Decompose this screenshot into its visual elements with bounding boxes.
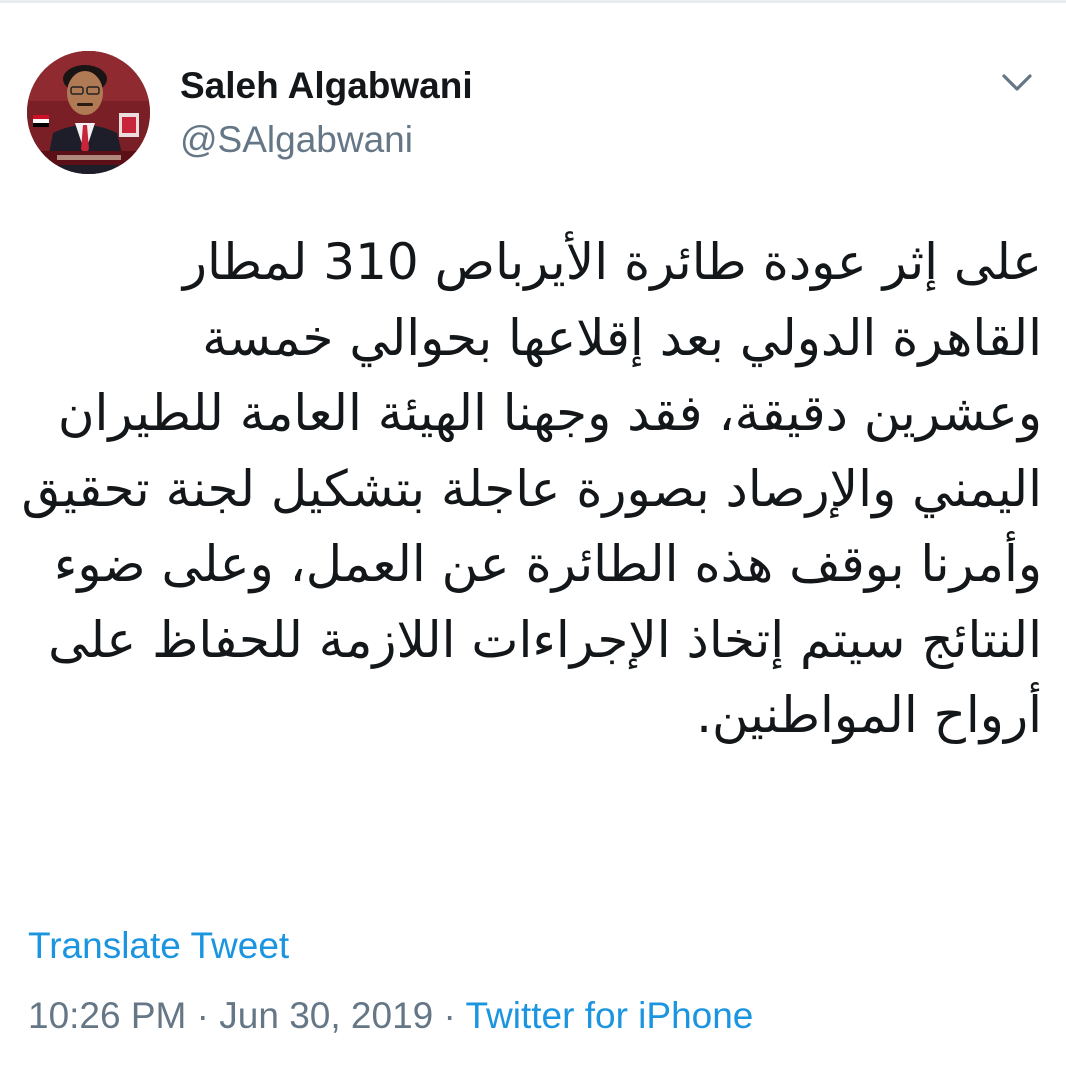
avatar[interactable] [27,51,150,174]
display-name[interactable]: Saleh Algabwani [180,64,473,108]
tweet-date: Jun 30, 2019 [219,995,434,1036]
meta-separator: · [196,995,209,1036]
meta-separator: · [443,995,456,1036]
tweet-source-link[interactable]: Twitter for iPhone [465,995,753,1036]
tweet-meta: 10:26 PM · Jun 30, 2019 · Twitter for iP… [28,992,753,1040]
user-handle[interactable]: @SAlgabwani [180,118,413,162]
top-divider [0,0,1066,3]
tweet-text: على إثر عودة طائرة الأيرباص 310 لمطار ال… [21,233,1042,744]
avatar-image [27,51,150,174]
chevron-down-icon[interactable] [996,62,1038,104]
translate-tweet-link[interactable]: Translate Tweet [28,922,289,970]
tweet-time: 10:26 PM [28,995,187,1036]
